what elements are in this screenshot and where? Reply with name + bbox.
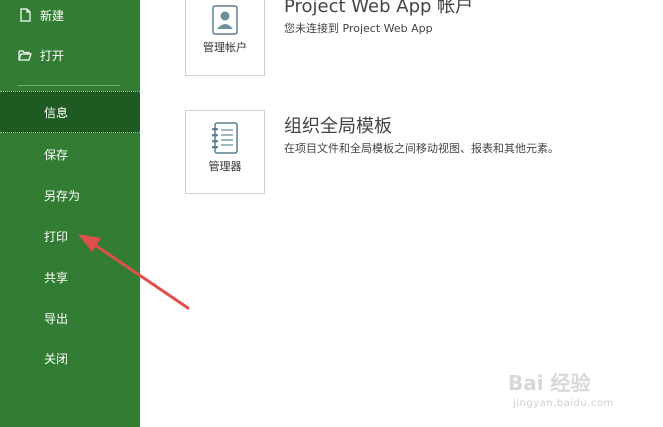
manage-accounts-button[interactable]: 管理帐户 — [185, 0, 265, 76]
account-icon — [212, 5, 238, 35]
organizer-section-description: 在项目文件和全局模板之间移动视图、报表和其他元素。 — [284, 142, 559, 155]
sidebar-item-label: 保存 — [44, 147, 69, 162]
sidebar-item-share[interactable]: 共享 — [0, 257, 140, 297]
open-folder-icon — [18, 50, 32, 61]
tile-label: 管理器 — [208, 160, 242, 173]
sidebar-item-export[interactable]: 导出 — [0, 298, 140, 338]
watermark-text: Bai 经验 — [508, 371, 591, 395]
sidebar-item-label: 共享 — [44, 270, 69, 285]
sidebar-item-label: 打印 — [44, 229, 69, 244]
sidebar-item-new[interactable]: 新建 — [0, 0, 140, 35]
account-section-description: 您未连接到 Project Web App — [284, 22, 433, 35]
sidebar-item-open[interactable]: 打开 — [0, 35, 140, 75]
sidebar-item-label: 信息 — [44, 105, 69, 120]
sidebar-item-label: 打开 — [40, 48, 65, 63]
sidebar-item-info[interactable]: 信息 — [0, 91, 140, 133]
new-document-icon — [20, 8, 31, 22]
notebook-icon — [212, 122, 238, 154]
sidebar-separator — [18, 85, 120, 86]
sidebar-item-save-as[interactable]: 另存为 — [0, 175, 140, 215]
organizer-section-title: 组织全局模板 — [284, 116, 392, 137]
sidebar-item-label: 另存为 — [44, 188, 81, 203]
watermark-url: jingyan.baidu.com — [513, 398, 614, 409]
backstage-sidebar: 新建 打开 信息 保存 另存为 打印 共享 导出 关闭 — [0, 0, 140, 427]
sidebar-item-save[interactable]: 保存 — [0, 134, 140, 174]
organizer-button[interactable]: 管理器 — [185, 110, 265, 194]
sidebar-item-label: 新建 — [40, 8, 65, 23]
sidebar-item-label: 导出 — [44, 311, 69, 326]
sidebar-item-close[interactable]: 关闭 — [0, 338, 140, 378]
tile-label: 管理帐户 — [203, 41, 247, 54]
account-section-title: Project Web App 帐户 — [284, 0, 474, 17]
sidebar-item-print[interactable]: 打印 — [0, 216, 140, 256]
sidebar-item-label: 关闭 — [44, 351, 69, 366]
